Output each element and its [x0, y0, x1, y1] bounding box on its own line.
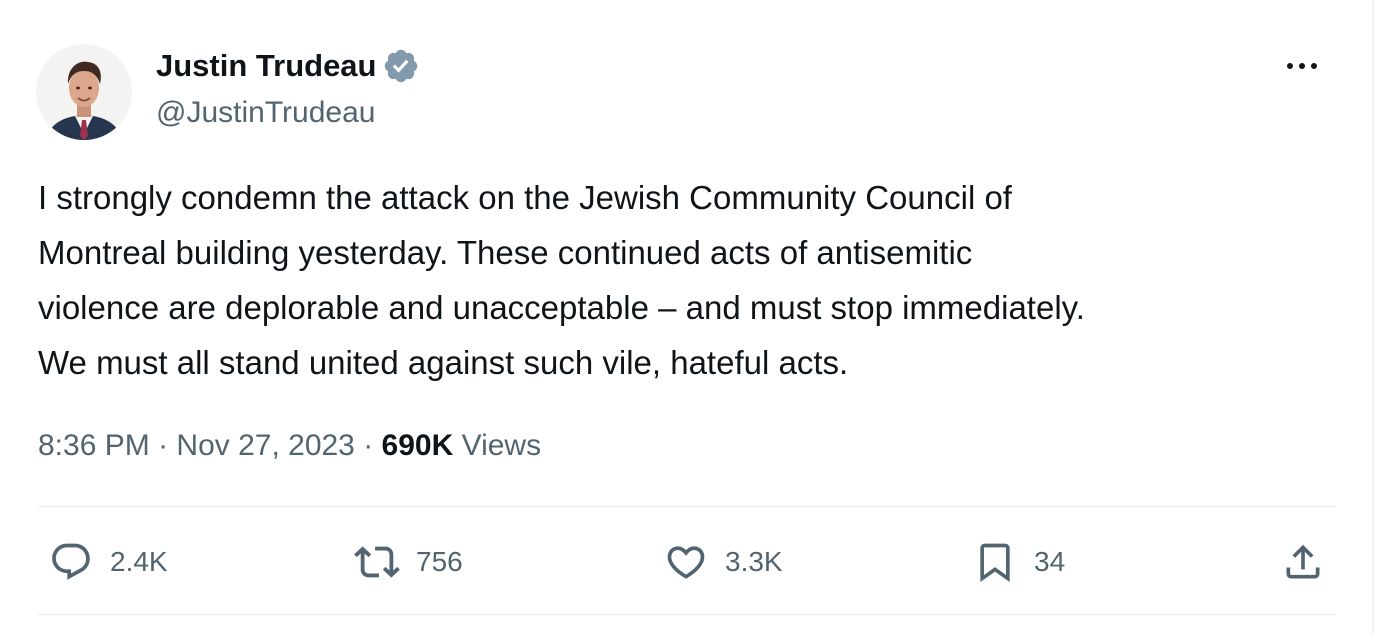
- reply-icon: [48, 539, 94, 585]
- heart-icon: [663, 539, 709, 585]
- repost-button[interactable]: 756: [354, 530, 463, 594]
- share-icon: [1280, 539, 1326, 585]
- share-button[interactable]: [1280, 530, 1326, 594]
- like-button[interactable]: 3.3K: [663, 530, 783, 594]
- avatar[interactable]: [36, 44, 132, 140]
- reply-button[interactable]: 2.4K: [48, 530, 168, 594]
- column-border: [1372, 0, 1374, 634]
- author-name-row: Justin Trudeau: [156, 44, 420, 88]
- bookmark-button[interactable]: 34: [972, 530, 1065, 594]
- divider-top: [38, 506, 1336, 507]
- views-count: 690K: [381, 429, 454, 462]
- repost-icon: [354, 539, 400, 585]
- tweet-date[interactable]: Nov 27, 2023: [176, 429, 354, 462]
- views-label: Views: [461, 429, 542, 462]
- action-bar: 2.4K 756 3.3K 34: [0, 530, 1372, 594]
- reply-count: 2.4K: [110, 546, 168, 577]
- verified-badge-icon[interactable]: [382, 47, 420, 85]
- tweet-time[interactable]: 8:36 PM: [38, 429, 150, 462]
- tweet-text: I strongly condemn the attack on the Jew…: [38, 179, 1085, 381]
- like-count: 3.3K: [725, 546, 783, 577]
- bookmark-count: 34: [1034, 546, 1066, 577]
- author-handle[interactable]: @JustinTrudeau: [156, 93, 375, 133]
- more-horizontal-icon: [1287, 63, 1317, 69]
- bookmark-icon: [972, 539, 1018, 585]
- tweet-meta: 8:36 PM · Nov 27, 2023 · 690K Views: [38, 423, 541, 469]
- meta-separator: ·: [354, 429, 382, 462]
- repost-count: 756: [416, 546, 463, 577]
- more-options-button[interactable]: [1280, 44, 1324, 88]
- avatar-image: [36, 44, 132, 140]
- divider-bottom: [38, 614, 1336, 615]
- meta-separator: ·: [149, 429, 177, 462]
- tweet: Justin Trudeau @JustinTrudeau I strongly…: [0, 0, 1372, 634]
- author-name[interactable]: Justin Trudeau: [156, 44, 376, 88]
